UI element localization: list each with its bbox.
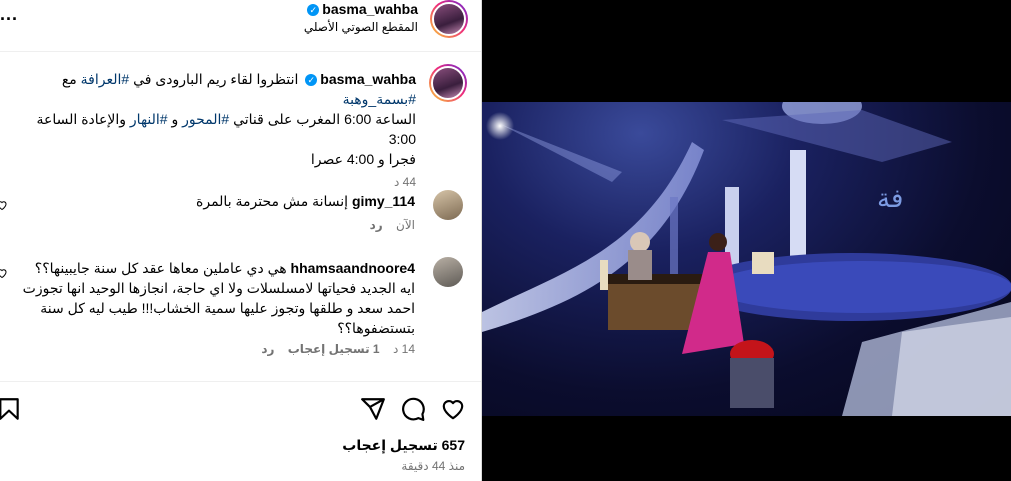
- studio-scene-image: ﻓﺔ: [482, 102, 1011, 416]
- svg-text:ﻓﺔ: ﻓﺔ: [877, 184, 903, 214]
- comment-meta: الآن رد: [115, 218, 415, 232]
- original-audio-link[interactable]: المقطع الصوتي الأصلي: [118, 20, 418, 34]
- reply-button[interactable]: رد: [261, 342, 274, 356]
- comment: gimy_114 إنسانة مش محترمة بالمرة: [15, 191, 415, 211]
- hashtag-arafa[interactable]: #العرافة: [81, 71, 130, 87]
- caption-text-part: و: [171, 111, 179, 127]
- hashtag-nahar[interactable]: #النهار: [130, 111, 168, 127]
- caption-text-part: مع: [61, 71, 77, 87]
- comment-text: احمد سعد و طلقها وتجوز عليها سمية الخشاب…: [40, 300, 415, 316]
- caption-text-part: فجرا و 4:00 عصرا: [310, 151, 416, 167]
- comment-text: هي دي عاملين معاها عقد كل سنة جايبينها؟؟: [34, 260, 287, 276]
- caption-username[interactable]: basma_wahba: [320, 71, 416, 87]
- header-username[interactable]: basma_wahba: [322, 1, 418, 17]
- comment: hhamsaandnoore4 هي دي عاملين معاها عقد ك…: [0, 258, 415, 338]
- video-frame[interactable]: ﻓﺔ: [482, 102, 1011, 416]
- verified-icon: ✓: [305, 74, 318, 87]
- caption: basma_wahba✓ انتظروا لقاء ريم البارودى ف…: [6, 69, 416, 192]
- more-options-button[interactable]: ...: [0, 4, 24, 24]
- caption-text-part: انتظروا لقاء ريم البارودى في: [133, 71, 299, 87]
- comment-time: الآن: [396, 218, 415, 232]
- actions-divider: [0, 381, 481, 382]
- comment-text: بتستضفوها؟؟: [337, 320, 415, 336]
- comment-text: إنسانة مش محترمة بالمرة: [196, 193, 349, 209]
- comment-time: 14 د: [392, 342, 415, 356]
- caption-text-part: الساعة 6:00 المغرب على قناتي: [233, 111, 416, 127]
- comment-text: ايه الجديد فحياتها لامسلسلات ولا اي حاجة…: [22, 280, 415, 296]
- post-header: ... basma_wahba✓ المقطع الصوتي الأصلي: [0, 0, 481, 52]
- video-viewer[interactable]: ﻓﺔ: [482, 0, 1011, 481]
- caption-time: 44 د: [393, 175, 416, 189]
- comment-meta: 14 د 1 تسجيل إعجاب رد: [115, 342, 415, 356]
- comment-avatar[interactable]: [433, 257, 463, 287]
- share-icon[interactable]: [360, 396, 386, 422]
- hashtag-mehwar[interactable]: #المحور: [182, 111, 229, 127]
- likes-count[interactable]: 657 تسجيل إعجاب: [342, 437, 465, 454]
- header-avatar[interactable]: [430, 0, 468, 38]
- post-details-panel: ... basma_wahba✓ المقطع الصوتي الأصلي ba…: [0, 0, 482, 481]
- comment-avatar[interactable]: [433, 190, 463, 220]
- heart-icon[interactable]: [440, 396, 466, 422]
- comment-username[interactable]: hhamsaandnoore4: [291, 260, 415, 276]
- post-time: منذ 44 دقيقة: [401, 459, 465, 473]
- caption-line-1: basma_wahba✓ انتظروا لقاء ريم البارودى ف…: [6, 69, 416, 89]
- caption-avatar[interactable]: [429, 64, 467, 102]
- comment-username[interactable]: gimy_114: [352, 193, 415, 209]
- reply-button[interactable]: رد: [370, 218, 383, 232]
- like-comment-icon[interactable]: [0, 198, 8, 211]
- bookmark-icon[interactable]: [0, 396, 22, 422]
- comment-likes[interactable]: 1 تسجيل إعجاب: [288, 342, 380, 356]
- comment-icon[interactable]: [400, 396, 426, 422]
- hashtag-basma[interactable]: #بسمة_وهبة: [343, 91, 416, 107]
- verified-icon: ✓: [307, 3, 320, 16]
